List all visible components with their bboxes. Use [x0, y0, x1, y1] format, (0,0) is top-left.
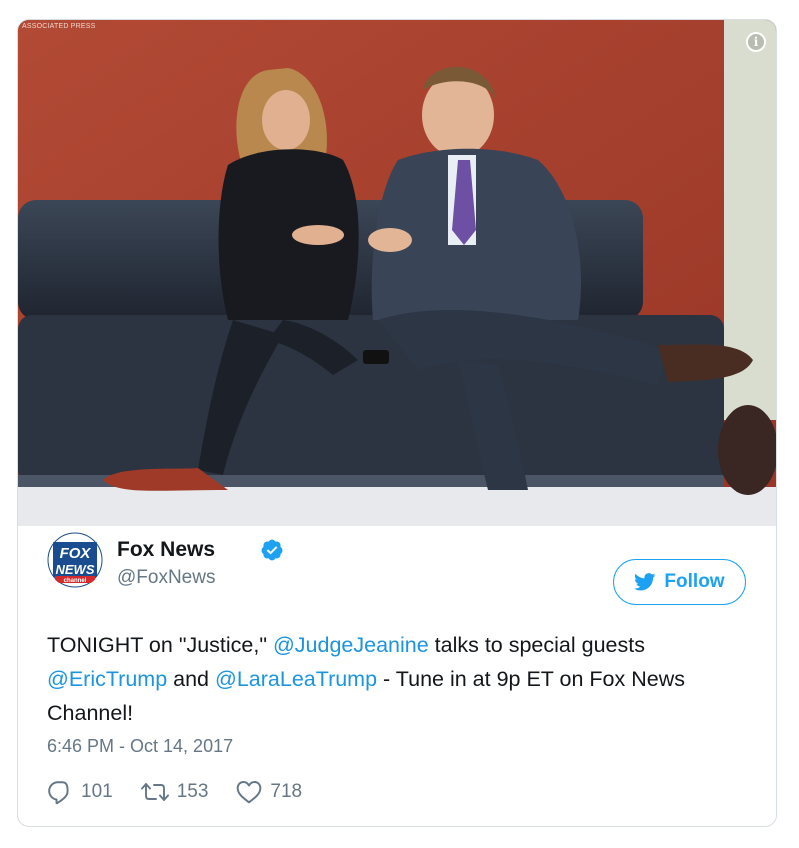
tweet-photo[interactable]: ASSOCIATED PRESS i [18, 20, 776, 526]
retweet-button[interactable]: 153 [140, 780, 209, 804]
photo-illustration [18, 20, 776, 526]
fox-news-logo[interactable]: FOX NEWS channel [47, 532, 103, 588]
tweet-text-segment: TONIGHT on "Justice," [47, 633, 273, 657]
tweet-text-segment: and [167, 667, 215, 691]
tweet-text-segment: talks to special guests [428, 633, 645, 657]
reply-icon [48, 781, 69, 805]
reply-count: 101 [81, 781, 113, 802]
like-count: 718 [270, 781, 303, 802]
retweet-count: 153 [176, 781, 209, 802]
info-circle-icon[interactable]: i [746, 32, 766, 52]
tweet-actions: 101 153 718 [47, 777, 330, 807]
author-handle[interactable]: @FoxNews [117, 567, 215, 589]
author-display-name[interactable]: Fox News [117, 538, 215, 562]
logo-channel-text: channel [64, 578, 87, 584]
verified-badge-icon [261, 539, 283, 561]
tweet-text: TONIGHT on "Justice," @JudgeJeanine talk… [47, 628, 737, 730]
fox-news-logo-graphic: FOX NEWS channel [47, 532, 103, 588]
like-button[interactable]: 718 [236, 780, 302, 804]
follow-label: Follow [664, 571, 725, 592]
tweet-timestamp[interactable]: 6:46 PM - Oct 14, 2017 [47, 736, 233, 757]
mention-link-judgejeanine[interactable]: @JudgeJeanine [273, 633, 429, 657]
twitter-bird-icon [634, 573, 656, 591]
photo-credit: ASSOCIATED PRESS [22, 23, 96, 30]
follow-button[interactable]: Follow [613, 559, 746, 605]
mention-link-erictrump[interactable]: @EricTrump [47, 667, 167, 691]
tweet-card: ASSOCIATED PRESS i FOX NEWS channel Fox … [17, 19, 777, 827]
logo-news-text: NEWS [56, 562, 95, 577]
tweet-header: FOX NEWS channel Fox News @FoxNews Follo… [47, 530, 746, 605]
retweet-icon [140, 783, 169, 801]
heart-icon [237, 781, 262, 804]
reply-button[interactable]: 101 [47, 779, 113, 805]
logo-fox-text: FOX [60, 545, 92, 562]
mention-link-laraleatrump[interactable]: @LaraLeaTrump [215, 667, 377, 691]
